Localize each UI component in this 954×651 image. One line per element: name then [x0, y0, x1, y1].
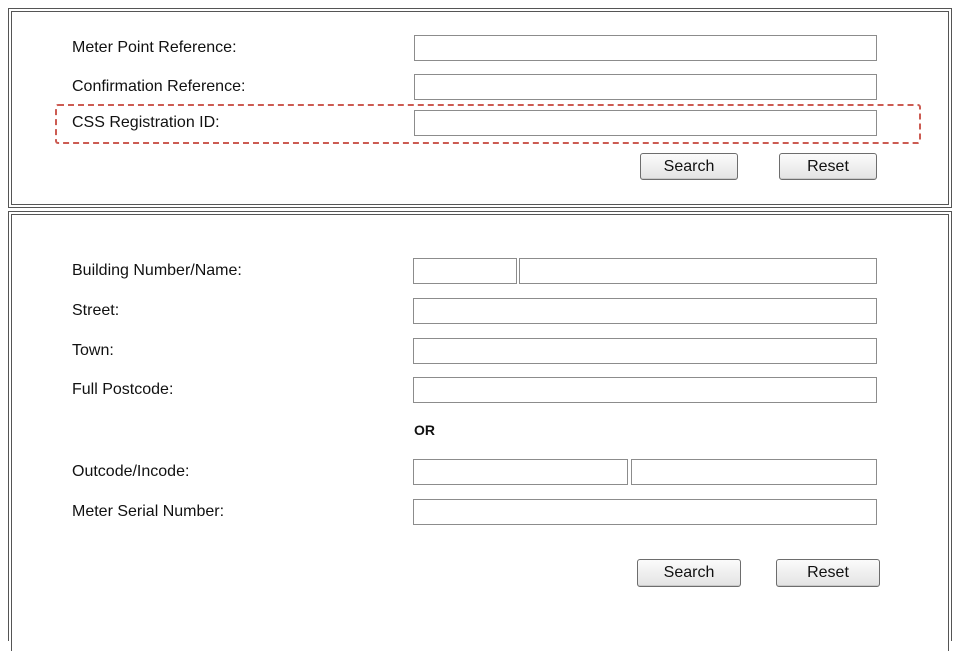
meter-serial-number-input[interactable] [413, 499, 877, 525]
address-search-panel: Building Number/Name: Street: Town: Full… [8, 211, 952, 651]
town-input[interactable] [413, 338, 877, 364]
confirmation-reference-label: Confirmation Reference: [72, 78, 246, 95]
reference-search-button[interactable]: Search [640, 153, 738, 180]
building-name-input[interactable] [519, 258, 877, 284]
css-registration-id-label: CSS Registration ID: [72, 114, 220, 131]
full-postcode-input[interactable] [413, 377, 877, 403]
css-registration-id-input[interactable] [414, 110, 877, 136]
outcode-input[interactable] [413, 459, 628, 485]
meter-point-reference-input[interactable] [414, 35, 877, 61]
street-input[interactable] [413, 298, 877, 324]
outcode-incode-label: Outcode/Incode: [72, 463, 190, 480]
address-reset-button[interactable]: Reset [776, 559, 880, 587]
meter-point-reference-label: Meter Point Reference: [72, 39, 237, 56]
confirmation-reference-input[interactable] [414, 74, 877, 100]
street-label: Street: [72, 302, 120, 319]
full-postcode-label: Full Postcode: [72, 381, 174, 398]
town-label: Town: [72, 342, 114, 359]
or-separator: OR [414, 422, 435, 438]
reference-search-panel: Meter Point Reference: Confirmation Refe… [8, 8, 952, 208]
reference-reset-button[interactable]: Reset [779, 153, 877, 180]
address-search-button[interactable]: Search [637, 559, 741, 587]
incode-input[interactable] [631, 459, 877, 485]
building-number-input[interactable] [413, 258, 517, 284]
building-number-name-label: Building Number/Name: [72, 262, 242, 279]
meter-serial-number-label: Meter Serial Number: [72, 503, 225, 520]
